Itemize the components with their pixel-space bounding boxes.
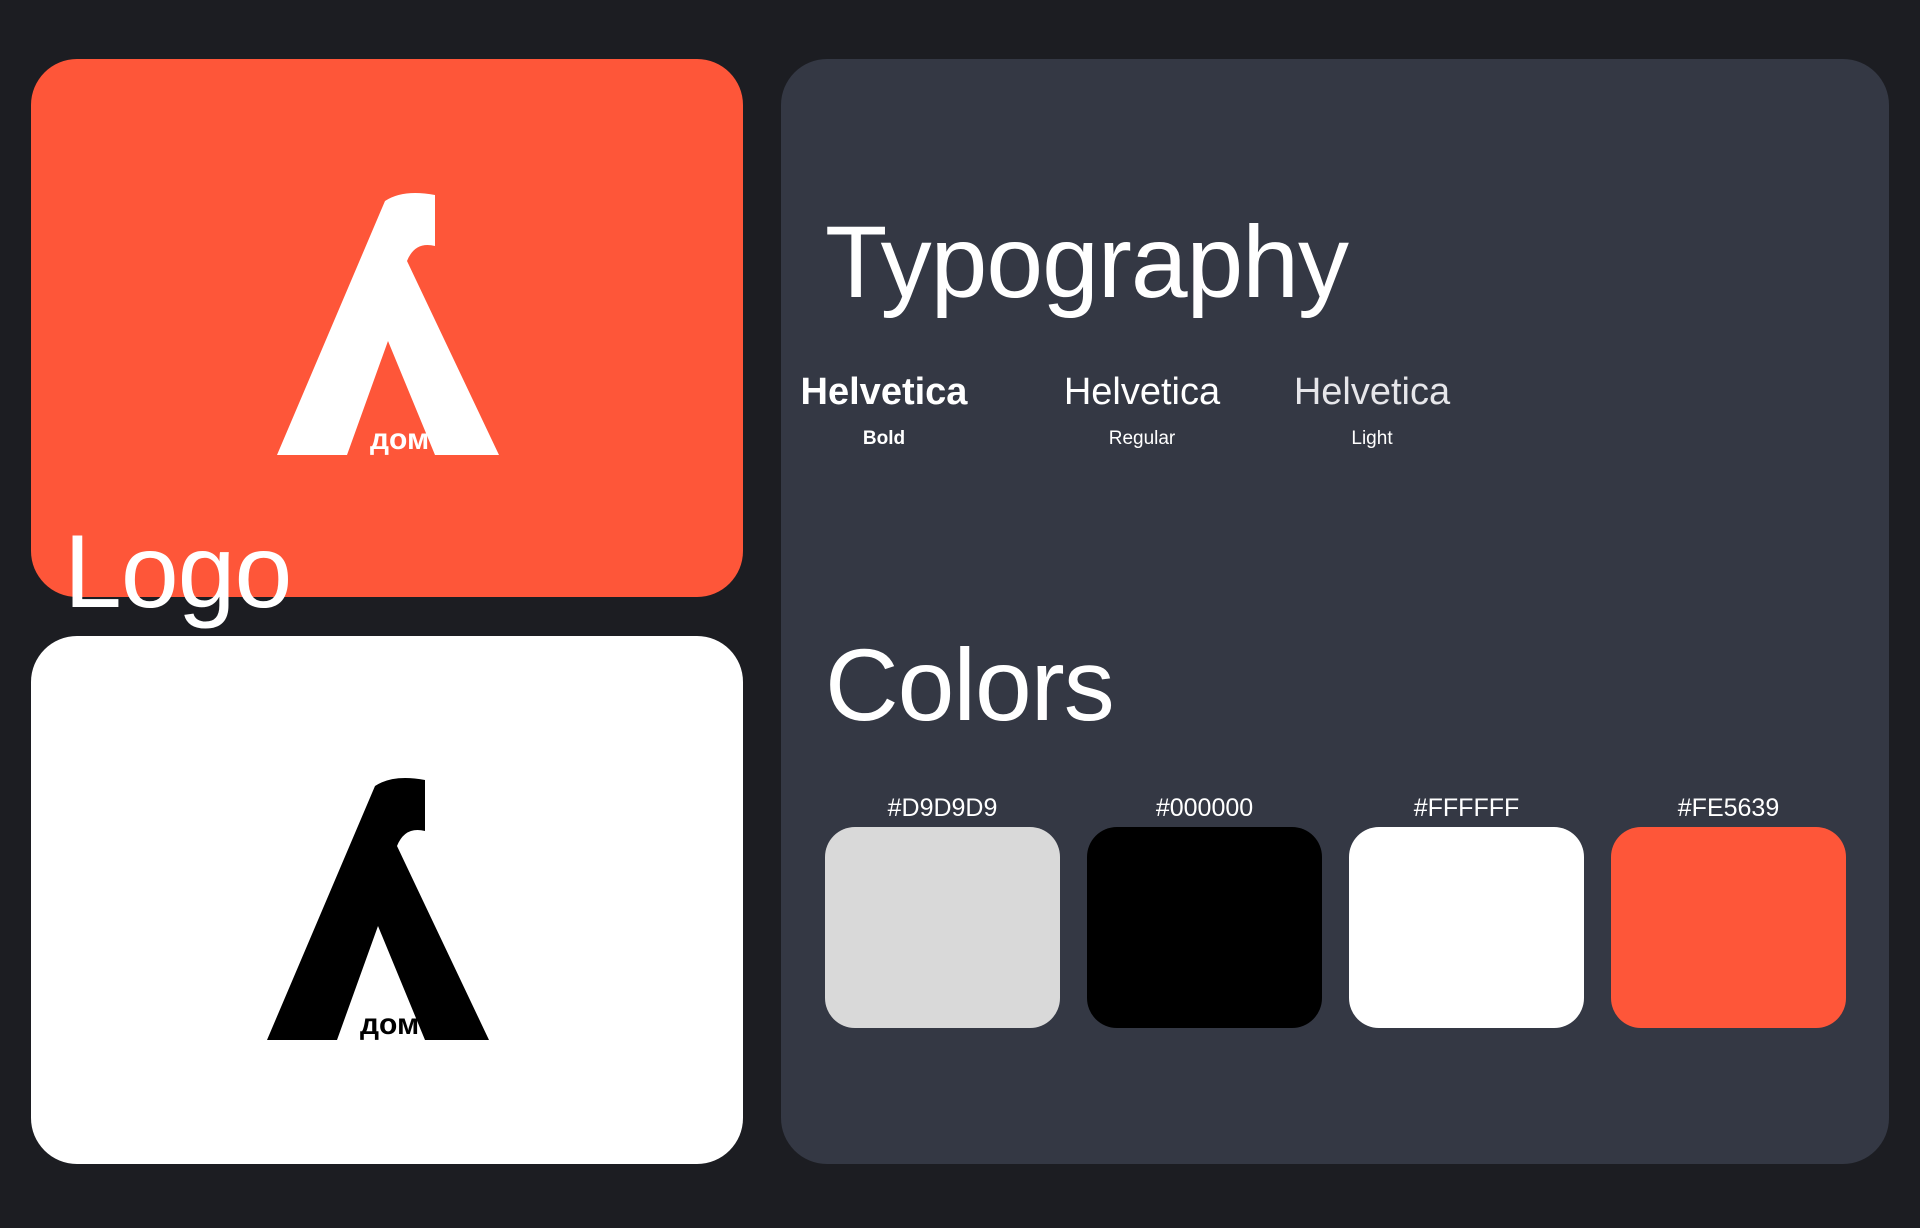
font-weight-label: Bold	[862, 428, 906, 449]
font-weight-label: Light	[1351, 428, 1393, 449]
colors-title: Colors	[825, 628, 1115, 742]
logo-section-title: Logo	[64, 514, 292, 630]
swatch-chip	[1349, 827, 1584, 1028]
font-sample-regular: Helvetica Regular	[1042, 373, 1242, 448]
color-swatch-black: #000000	[1087, 796, 1322, 1028]
swatch-hex-label: #D9D9D9	[887, 794, 998, 822]
font-sample-bold: Helvetica Bold	[784, 373, 984, 448]
lambda-icon	[277, 193, 499, 455]
font-name: Helvetica	[800, 371, 968, 413]
brand-guide-panel: Typography Helvetica Bold Helvetica Regu…	[781, 59, 1889, 1164]
swatch-hex-label: #FE5639	[1677, 794, 1780, 822]
font-sample-light: Helvetica Light	[1272, 373, 1472, 448]
logo-wordmark: дом	[370, 423, 429, 456]
color-swatch-white: #FFFFFF	[1349, 796, 1584, 1028]
swatch-chip	[1087, 827, 1322, 1028]
color-swatch-orange: #FE5639	[1611, 796, 1846, 1028]
swatch-hex-label: #FFFFFF	[1413, 794, 1520, 822]
typography-title: Typography	[825, 205, 1349, 319]
swatch-chip	[1611, 827, 1846, 1028]
font-name: Helvetica	[1063, 371, 1221, 413]
logo-wordmark: дом	[360, 1008, 419, 1041]
font-name: Helvetica	[1293, 371, 1451, 413]
swatch-chip	[825, 827, 1060, 1028]
logo-card-secondary: дом	[31, 636, 743, 1164]
lambda-icon	[267, 778, 489, 1040]
swatch-hex-label: #000000	[1155, 794, 1254, 822]
font-weight-label: Regular	[1108, 428, 1176, 449]
logo-mark-black: дом	[267, 778, 489, 1041]
logo-mark-white: дом	[277, 193, 499, 456]
color-swatch-light-gray: #D9D9D9	[825, 796, 1060, 1028]
